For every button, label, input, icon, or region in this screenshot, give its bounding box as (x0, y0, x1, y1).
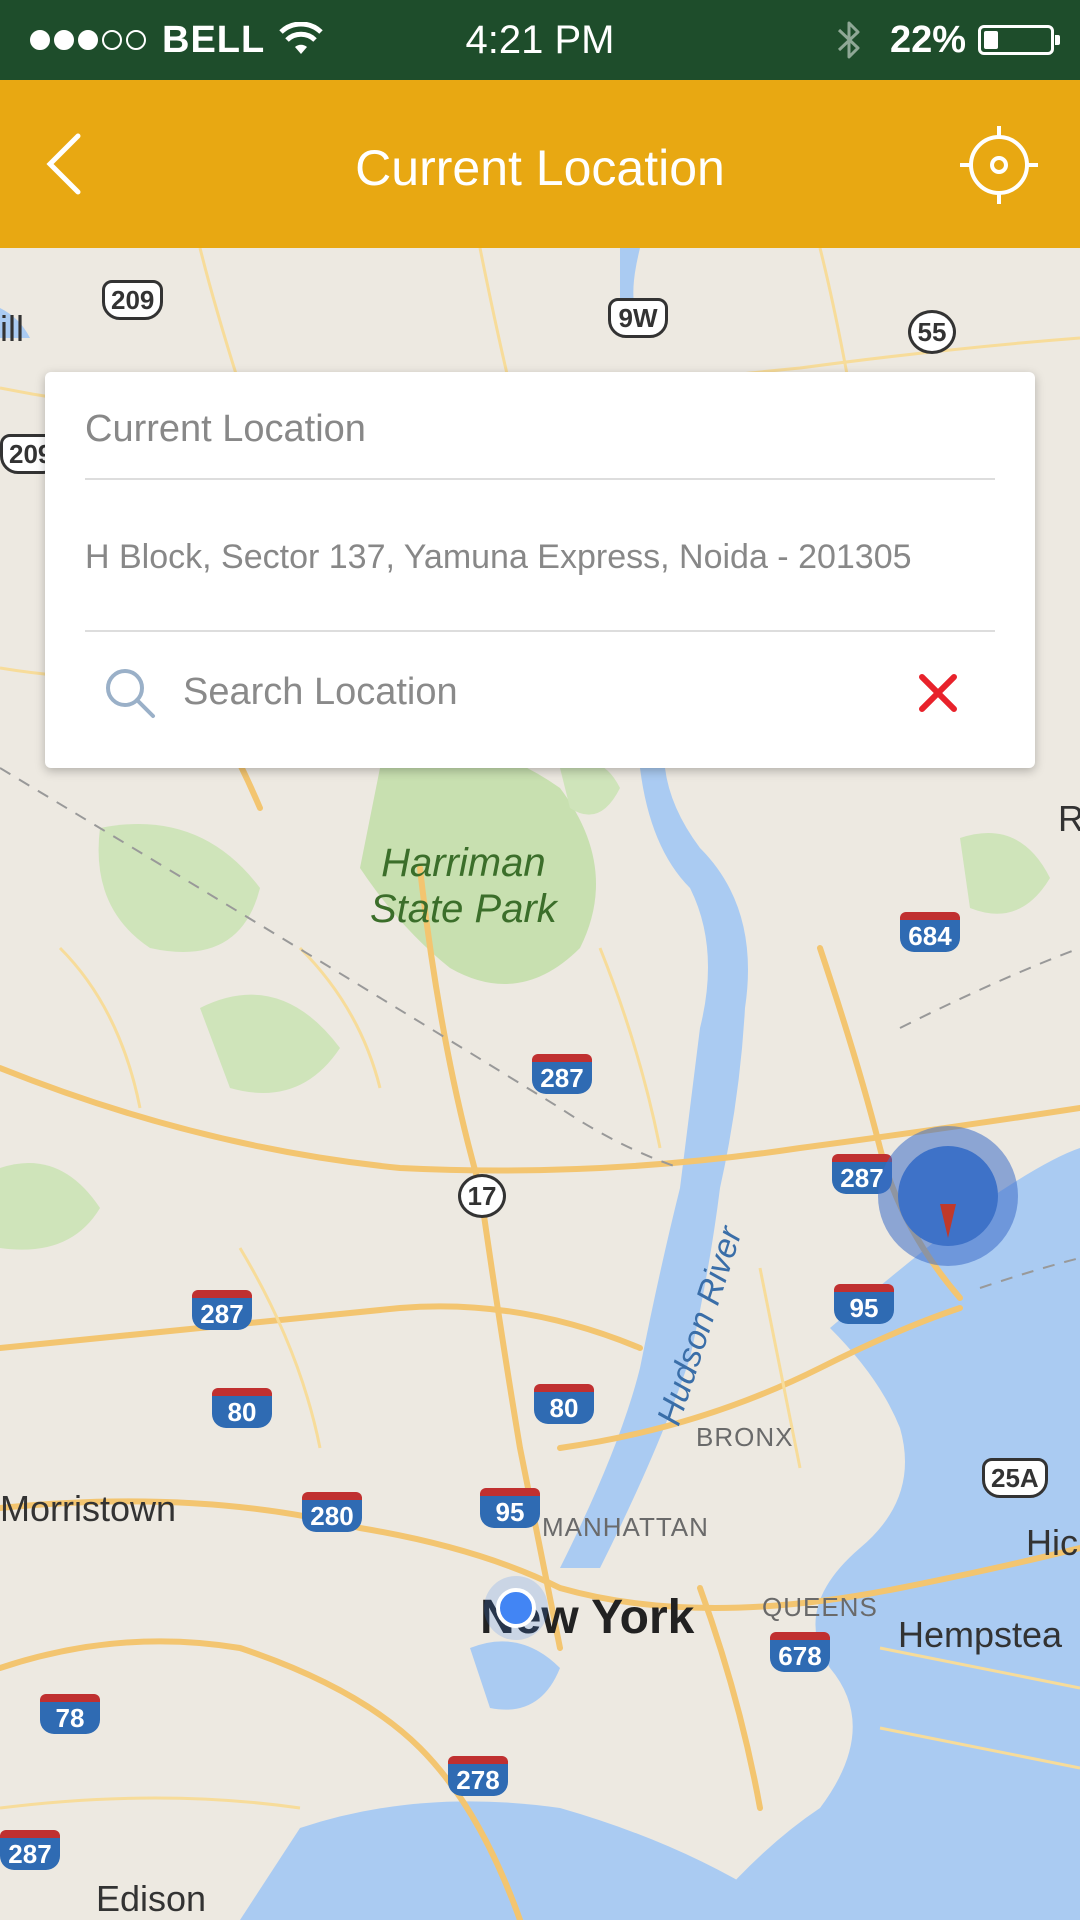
page-title: Current Location (355, 140, 725, 196)
location-card: Current Location H Block, Sector 137, Ya… (45, 372, 1035, 768)
route-shield: 78 (40, 1694, 100, 1734)
route-shield: 95 (834, 1284, 894, 1324)
route-shield: 287 (0, 1830, 60, 1870)
current-address: H Block, Sector 137, Yamuna Express, Noi… (85, 538, 912, 576)
location-pin-icon[interactable] (878, 1126, 1018, 1266)
city-label-morristown: Morristown (0, 1488, 177, 1529)
battery-icon (978, 25, 1060, 55)
divider (85, 630, 995, 632)
route-shield: 278 (448, 1756, 508, 1796)
bluetooth-icon (837, 21, 860, 59)
route-shield: 17 (458, 1174, 506, 1218)
battery-fill (984, 31, 998, 49)
close-x-icon[interactable] (917, 672, 959, 714)
app-header: Current Location (0, 80, 1080, 248)
route-shield: 684 (900, 912, 960, 952)
route-shield: 95 (480, 1488, 540, 1528)
divider (85, 478, 995, 480)
current-location-dot (496, 1588, 536, 1628)
neighborhood-label-bronx: BRONX (696, 1422, 794, 1452)
search-row (85, 636, 995, 746)
crosshair-target-icon[interactable] (958, 124, 1040, 206)
route-shield: 287 (192, 1290, 252, 1330)
route-shield: 287 (532, 1054, 592, 1094)
route-shield: 80 (212, 1388, 272, 1428)
city-label-hicksville: Hic (1026, 1522, 1078, 1563)
park-label: Harriman State Park (370, 841, 557, 931)
route-shield: 25A (982, 1458, 1048, 1498)
status-bar: BELL 4:21 PM 22% (0, 0, 1080, 80)
battery-percent: 22% (889, 18, 966, 61)
route-shield: 280 (302, 1492, 362, 1532)
city-label-edison: Edison (96, 1878, 207, 1919)
city-label-hempstead: Hempstea (898, 1614, 1063, 1655)
current-location-label: Current Location (85, 408, 366, 450)
city-label-fragment-left: ill (0, 308, 24, 349)
search-icon (106, 669, 155, 718)
neighborhood-label-queens: QUEENS (762, 1592, 878, 1622)
route-shield: 55 (908, 310, 956, 354)
status-right: 22% (836, 16, 1060, 64)
search-location-input[interactable] (183, 662, 863, 722)
route-shield: 9W (608, 298, 668, 338)
route-shield: 209 (102, 280, 164, 320)
route-shield: 80 (534, 1384, 594, 1424)
neighborhood-label-manhattan: MANHATTAN (542, 1512, 709, 1542)
route-shield: 678 (770, 1632, 830, 1672)
city-label-fragment-right: R (1058, 798, 1080, 839)
